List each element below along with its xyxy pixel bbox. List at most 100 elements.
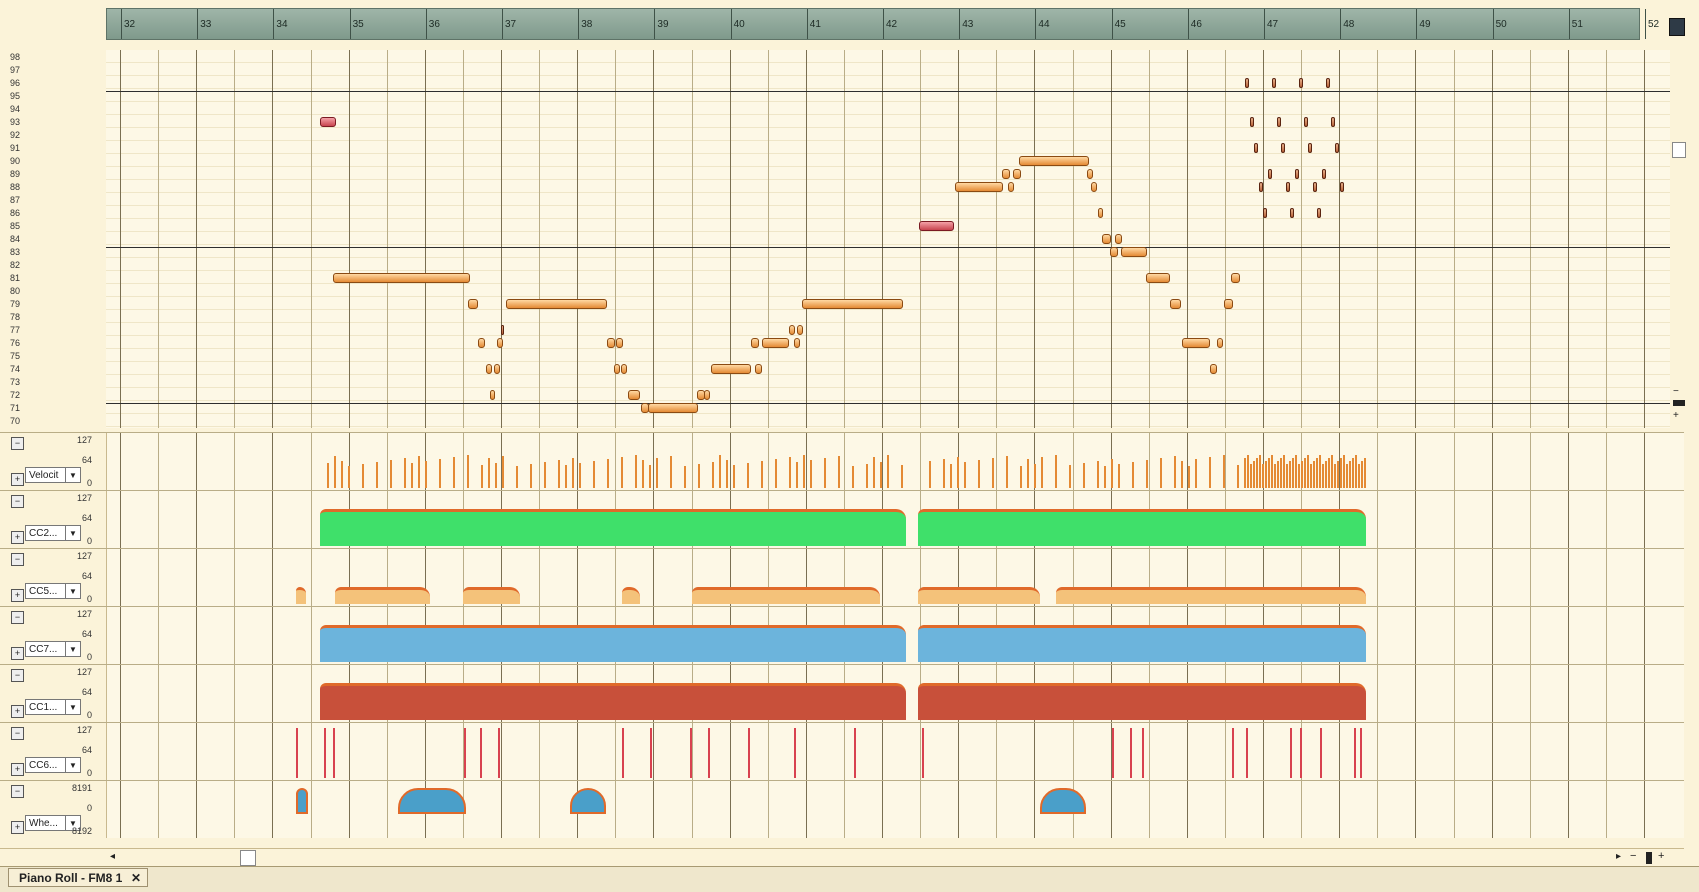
velocity-bar[interactable] <box>1343 455 1345 488</box>
midi-note[interactable] <box>1091 182 1097 192</box>
velocity-bar[interactable] <box>334 456 336 488</box>
velocity-bar[interactable] <box>1104 466 1106 488</box>
add-lane-icon[interactable]: + <box>11 531 24 544</box>
velocity-bar[interactable] <box>866 464 868 488</box>
cc-event[interactable] <box>1246 728 1248 778</box>
velocity-bar[interactable] <box>1020 466 1022 488</box>
midi-note[interactable] <box>1258 182 1263 192</box>
velocity-bar[interactable] <box>1307 455 1309 488</box>
horizontal-zoom-slider[interactable] <box>1646 852 1652 864</box>
velocity-bar[interactable] <box>1310 464 1312 488</box>
velocity-bar[interactable] <box>901 465 903 488</box>
cc-curve[interactable] <box>320 509 906 546</box>
dropdown-arrow-icon[interactable]: ▼ <box>65 526 80 540</box>
midi-note[interactable] <box>1267 169 1272 179</box>
velocity-bar[interactable] <box>733 465 735 488</box>
collapse-lane-icon[interactable]: − <box>11 437 24 450</box>
velocity-bar[interactable] <box>1325 461 1327 488</box>
cc-curve[interactable] <box>320 683 906 720</box>
velocity-bar[interactable] <box>558 460 560 488</box>
lane-controller-select[interactable]: CC1... ▼ <box>25 699 81 715</box>
midi-note[interactable] <box>794 338 800 348</box>
velocity-bar[interactable] <box>1055 455 1057 488</box>
velocity-bar[interactable] <box>439 459 441 488</box>
velocity-bar[interactable] <box>712 462 714 488</box>
velocity-bar[interactable] <box>411 463 413 488</box>
midi-note[interactable] <box>648 403 698 413</box>
cc-event[interactable] <box>1300 728 1302 778</box>
velocity-bar[interactable] <box>796 462 798 488</box>
velocity-bar[interactable] <box>1283 455 1285 488</box>
midi-note[interactable] <box>478 338 485 348</box>
velocity-bar[interactable] <box>1250 464 1252 488</box>
velocity-bar[interactable] <box>572 458 574 488</box>
velocity-bar[interactable] <box>1188 466 1190 488</box>
velocity-bar[interactable] <box>1262 464 1264 488</box>
midi-note[interactable] <box>1231 273 1240 283</box>
midi-note[interactable] <box>1098 208 1103 218</box>
velocity-bar[interactable] <box>887 455 889 488</box>
midi-note[interactable] <box>1245 78 1249 88</box>
cc-event[interactable] <box>1112 728 1114 778</box>
midi-note[interactable] <box>1339 182 1344 192</box>
dropdown-arrow-icon[interactable]: ▼ <box>65 642 80 656</box>
velocity-bar[interactable] <box>803 455 805 488</box>
midi-note[interactable] <box>1312 182 1317 192</box>
dropdown-arrow-icon[interactable]: ▼ <box>65 758 80 772</box>
velocity-bar[interactable] <box>1041 457 1043 488</box>
zoom-in-icon[interactable]: + <box>1673 410 1679 421</box>
midi-note[interactable] <box>1210 364 1217 374</box>
velocity-bar[interactable] <box>1132 462 1134 488</box>
cc-event[interactable] <box>1290 728 1292 778</box>
lane-data-area[interactable] <box>106 723 1666 780</box>
dropdown-arrow-icon[interactable]: ▼ <box>65 700 80 714</box>
scroll-left-icon[interactable]: ◂ <box>110 851 115 862</box>
velocity-bar[interactable] <box>467 455 469 488</box>
velocity-bar[interactable] <box>978 460 980 488</box>
velocity-bar[interactable] <box>1146 460 1148 488</box>
velocity-bar[interactable] <box>1337 461 1339 488</box>
velocity-bar[interactable] <box>418 456 420 488</box>
velocity-bar[interactable] <box>649 465 651 488</box>
velocity-bar[interactable] <box>1209 457 1211 488</box>
midi-note[interactable] <box>1281 143 1285 153</box>
velocity-bar[interactable] <box>481 465 483 488</box>
add-lane-icon[interactable]: + <box>11 763 24 776</box>
velocity-bar[interactable] <box>1174 456 1176 488</box>
velocity-bar[interactable] <box>1271 455 1273 488</box>
midi-note[interactable] <box>755 364 762 374</box>
velocity-bar[interactable] <box>1334 464 1336 488</box>
add-lane-icon[interactable]: + <box>11 705 24 718</box>
velocity-bar[interactable] <box>1259 455 1261 488</box>
velocity-bar[interactable] <box>1313 461 1315 488</box>
piano-roll-tab[interactable]: Piano Roll - FM8 1 ✕ <box>8 868 148 887</box>
vertical-scroll-thumb[interactable] <box>1672 142 1686 158</box>
midi-note[interactable] <box>333 273 470 283</box>
cc-event[interactable] <box>1130 728 1132 778</box>
velocity-bar[interactable] <box>390 460 392 488</box>
lane-controller-select[interactable]: CC7... ▼ <box>25 641 81 657</box>
velocity-bar[interactable] <box>502 456 504 488</box>
add-lane-icon[interactable]: + <box>11 473 24 486</box>
cc-curve[interactable] <box>1056 587 1366 604</box>
velocity-bar[interactable] <box>1298 464 1300 488</box>
cc-event[interactable] <box>1320 728 1322 778</box>
velocity-bar[interactable] <box>852 466 854 488</box>
midi-note[interactable] <box>494 364 500 374</box>
velocity-bar[interactable] <box>1244 458 1246 488</box>
cc-event[interactable] <box>622 728 624 778</box>
cc-event[interactable] <box>650 728 652 778</box>
lane-data-area[interactable] <box>106 665 1666 722</box>
midi-note[interactable] <box>1308 143 1312 153</box>
velocity-bar[interactable] <box>488 458 490 488</box>
midi-note[interactable] <box>1335 143 1339 153</box>
velocity-bar[interactable] <box>684 466 686 488</box>
velocity-bar[interactable] <box>838 456 840 488</box>
midi-note[interactable] <box>1217 338 1223 348</box>
velocity-bar[interactable] <box>495 463 497 488</box>
midi-note[interactable] <box>1303 117 1308 127</box>
velocity-bar[interactable] <box>544 462 546 488</box>
midi-note[interactable] <box>704 390 710 400</box>
cc-curve[interactable] <box>320 625 906 662</box>
velocity-bar[interactable] <box>950 464 952 488</box>
